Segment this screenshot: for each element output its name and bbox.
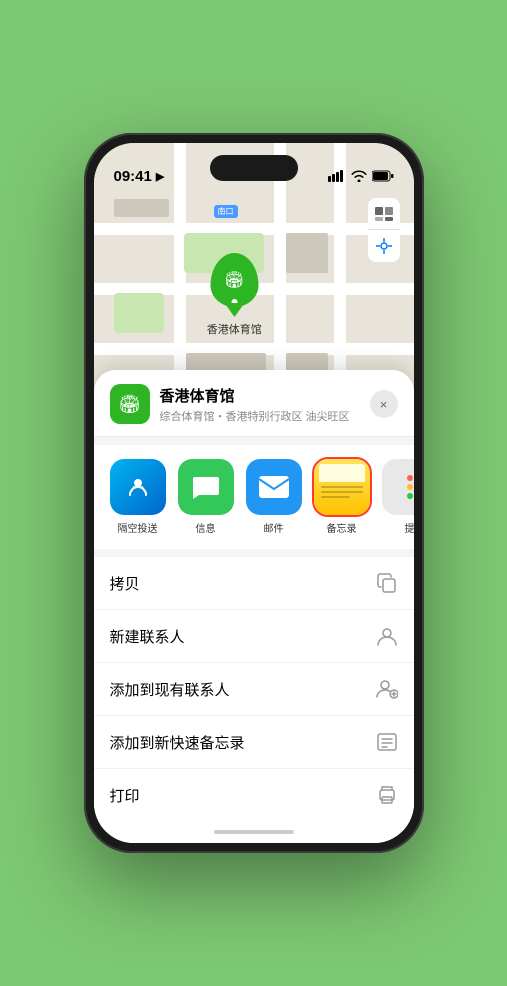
airdrop-icon	[110, 459, 166, 515]
action-copy[interactable]: 拷贝	[94, 557, 414, 610]
location-arrow-icon: ▶	[156, 170, 164, 183]
new-contact-icon	[376, 625, 398, 647]
messages-label: 信息	[196, 520, 216, 535]
bottom-sheet: 🏟 香港体育馆 综合体育馆・香港特别行政区 油尖旺区 × 隔空投送	[94, 370, 414, 843]
location-venue-icon: 🏟	[110, 384, 150, 424]
share-item-messages[interactable]: 信息	[178, 459, 234, 535]
time-display: 09:41	[114, 168, 152, 185]
mail-label: 邮件	[264, 520, 284, 535]
battery-icon	[372, 170, 394, 185]
stadium-icon: 🏟	[224, 270, 244, 290]
print-label: 打印	[110, 785, 140, 806]
status-time: 09:41 ▶	[114, 168, 165, 185]
wifi-icon	[351, 170, 367, 185]
quick-note-icon	[376, 731, 398, 753]
share-item-notes[interactable]: 备忘录	[314, 459, 370, 535]
more-icon	[382, 459, 414, 515]
map-pin: 🏟 香港体育馆	[207, 253, 262, 337]
share-item-mail[interactable]: 邮件	[246, 459, 302, 535]
new-contact-label: 新建联系人	[110, 626, 185, 647]
close-button[interactable]: ×	[370, 390, 398, 418]
action-list: 拷贝 新建联系人 添加到现有联系人 添加到新快速备忘录 打印	[94, 557, 414, 821]
mail-icon	[246, 459, 302, 515]
map-station-label: 南口	[214, 205, 238, 218]
share-item-airdrop[interactable]: 隔空投送	[110, 459, 166, 535]
notes-icon-wrap	[314, 459, 370, 515]
map-view-button[interactable]	[368, 198, 400, 230]
action-add-existing[interactable]: 添加到现有联系人	[94, 663, 414, 716]
add-existing-label: 添加到现有联系人	[110, 679, 230, 700]
copy-icon	[376, 572, 398, 594]
home-bar	[214, 830, 294, 834]
phone-frame: 09:41 ▶	[84, 133, 424, 853]
map-controls	[368, 198, 400, 262]
phone-screen: 09:41 ▶	[94, 143, 414, 843]
location-subtitle: 综合体育馆・香港特别行政区 油尖旺区	[160, 408, 360, 424]
home-indicator	[94, 821, 414, 843]
airdrop-label: 隔空投送	[118, 520, 158, 535]
action-new-contact[interactable]: 新建联系人	[94, 610, 414, 663]
more-label: 提	[405, 520, 414, 535]
location-info: 香港体育馆 综合体育馆・香港特别行政区 油尖旺区	[160, 385, 360, 424]
quick-note-label: 添加到新快速备忘录	[110, 732, 245, 753]
notes-label: 备忘录	[327, 520, 357, 535]
action-print[interactable]: 打印	[94, 769, 414, 821]
share-item-more[interactable]: 提	[382, 459, 414, 535]
dynamic-island	[210, 155, 298, 181]
location-header: 🏟 香港体育馆 综合体育馆・香港特别行政区 油尖旺区 ×	[94, 370, 414, 437]
print-icon	[376, 784, 398, 806]
action-quick-note[interactable]: 添加到新快速备忘录	[94, 716, 414, 769]
copy-label: 拷贝	[110, 573, 140, 594]
signal-icon	[328, 170, 346, 185]
share-row: 隔空投送 信息 邮件	[94, 445, 414, 549]
location-name: 香港体育馆	[160, 385, 360, 406]
pin-icon: 🏟	[210, 253, 258, 307]
pin-label: 香港体育馆	[207, 321, 262, 337]
status-icons	[328, 170, 394, 185]
add-existing-icon	[376, 678, 398, 700]
location-button[interactable]	[368, 230, 400, 262]
messages-icon	[178, 459, 234, 515]
